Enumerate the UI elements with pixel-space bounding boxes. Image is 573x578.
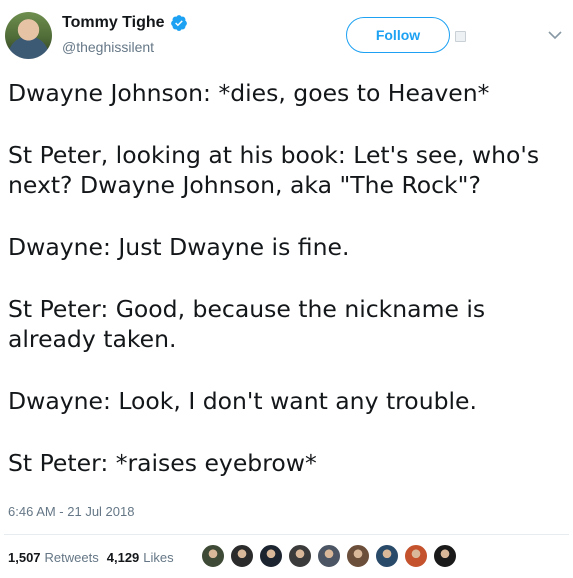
liker-avatar[interactable] <box>432 543 458 569</box>
tweet-line: next? Dwayne Johnson, aka "The Rock"? <box>8 171 481 199</box>
follow-button[interactable]: Follow <box>346 17 450 53</box>
liker-avatars <box>200 543 461 569</box>
liker-avatar[interactable] <box>316 543 342 569</box>
liker-avatar[interactable] <box>345 543 371 569</box>
name-row: Tommy Tighe <box>62 14 188 32</box>
likes-stat[interactable]: 4,129 Likes <box>107 549 174 567</box>
tweet-line: Dwayne Johnson: *dies, goes to Heaven* <box>8 79 490 107</box>
liker-avatar[interactable] <box>229 543 255 569</box>
liker-avatar[interactable] <box>258 543 284 569</box>
verified-badge-icon <box>170 15 187 31</box>
divider <box>4 534 569 535</box>
tweet-line: Dwayne: Look, I don't want any trouble. <box>8 387 477 415</box>
likes-label: Likes <box>143 550 174 565</box>
avatar[interactable] <box>5 12 52 59</box>
liker-avatar[interactable] <box>200 543 226 569</box>
likes-count: 4,129 <box>106 550 140 565</box>
retweets-stat[interactable]: 1,507 Retweets <box>8 549 99 567</box>
liker-avatar[interactable] <box>287 543 313 569</box>
tweet-line: already taken. <box>8 325 177 353</box>
tweet-line: Dwayne: Just Dwayne is fine. <box>8 233 350 261</box>
tweet-header: Tommy Tighe @theghissilent Follow <box>0 0 573 70</box>
retweets-count: 1,507 <box>8 550 41 565</box>
tweet-line: St Peter: *raises eyebrow* <box>8 449 317 477</box>
tweet-line: St Peter, looking at his book: Let's see… <box>8 141 540 169</box>
tweet-line: St Peter: Good, because the nickname is <box>8 295 486 323</box>
tweet-stats: 1,507 Retweets 4,129 Likes <box>8 549 174 567</box>
display-name[interactable]: Tommy Tighe <box>62 14 165 32</box>
user-handle[interactable]: @theghissilent <box>62 39 154 55</box>
tweet-timestamp[interactable]: 6:46 AM - 21 Jul 2018 <box>8 504 134 519</box>
tweet-text: Dwayne Johnson: *dies, goes to Heaven* S… <box>8 78 568 478</box>
follow-placeholder-icon <box>455 31 466 42</box>
liker-avatar[interactable] <box>374 543 400 569</box>
liker-avatar[interactable] <box>403 543 429 569</box>
retweets-label: Retweets <box>44 550 99 565</box>
chevron-down-icon[interactable] <box>548 30 562 40</box>
